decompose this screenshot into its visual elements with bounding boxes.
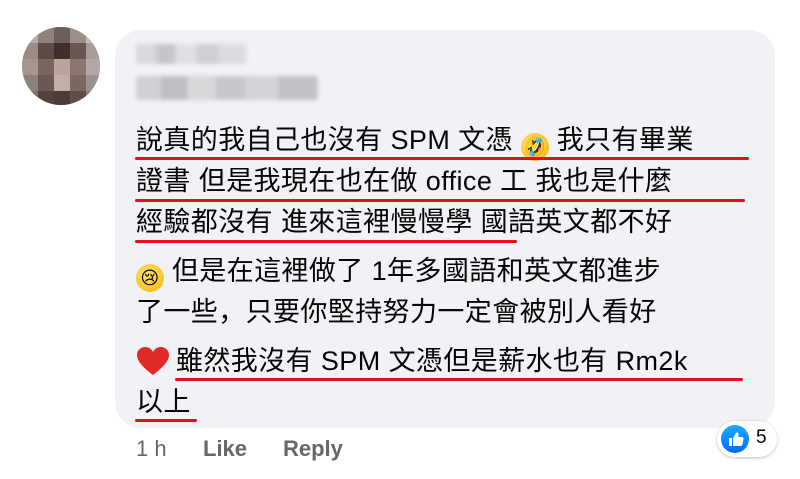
commenter-subtitle-redacted [136,76,318,100]
like-button[interactable]: Like [203,436,247,462]
red-underline [135,419,197,422]
commenter-name-redacted[interactable] [136,44,246,64]
heart-icon [137,347,169,375]
comment-text: 經驗都沒有 進來這裡慢慢學 國語英文都不好 [136,207,673,237]
comment-text: 說真的我自己也沒有 SPM 文憑 [136,125,513,155]
comment-text: 了一些，只要你堅持努力一定會被別人看好 [136,297,657,327]
reaction-count: 5 [756,427,767,448]
avatar[interactable] [22,27,100,105]
comment-line-7: 以上 [136,384,191,420]
comment-text: 我只有畢業 [556,125,694,155]
comment-text: 證書 但是我現在也在做 office 工 我也是什麼 [136,166,673,196]
red-underline [135,240,517,243]
red-underline [175,378,743,381]
reply-button[interactable]: Reply [283,436,343,462]
red-underline [135,157,749,160]
comment-timestamp[interactable]: 1 h [136,436,167,462]
crying-face-emoji-icon: 😢 [136,264,164,292]
thumbs-up-icon [721,425,749,453]
reaction-summary[interactable]: 5 [717,421,777,457]
comment-line-6: 雖然我沒有 SPM 文憑但是薪水也有 Rm2k [176,343,688,379]
comment-line-5: 了一些，只要你堅持努力一定會被別人看好 [136,294,657,330]
comment-line-2: 證書 但是我現在也在做 office 工 我也是什麼 [136,163,672,199]
comment-line-1: 說真的我自己也沒有 SPM 文憑 🤣 我只有畢業 [136,122,694,165]
red-underline [135,199,745,202]
comment-line-3: 經驗都沒有 進來這裡慢慢學 國語英文都不好 [136,204,672,240]
comment-text: 雖然我沒有 SPM 文憑但是薪水也有 Rm2k [176,346,688,376]
comment-text: 但是在這裡做了 1年多國語和英文都進步 [171,256,662,286]
comment-line-4: 😢 但是在這裡做了 1年多國語和英文都進步 [136,253,661,292]
comment-text: 以上 [136,387,191,417]
